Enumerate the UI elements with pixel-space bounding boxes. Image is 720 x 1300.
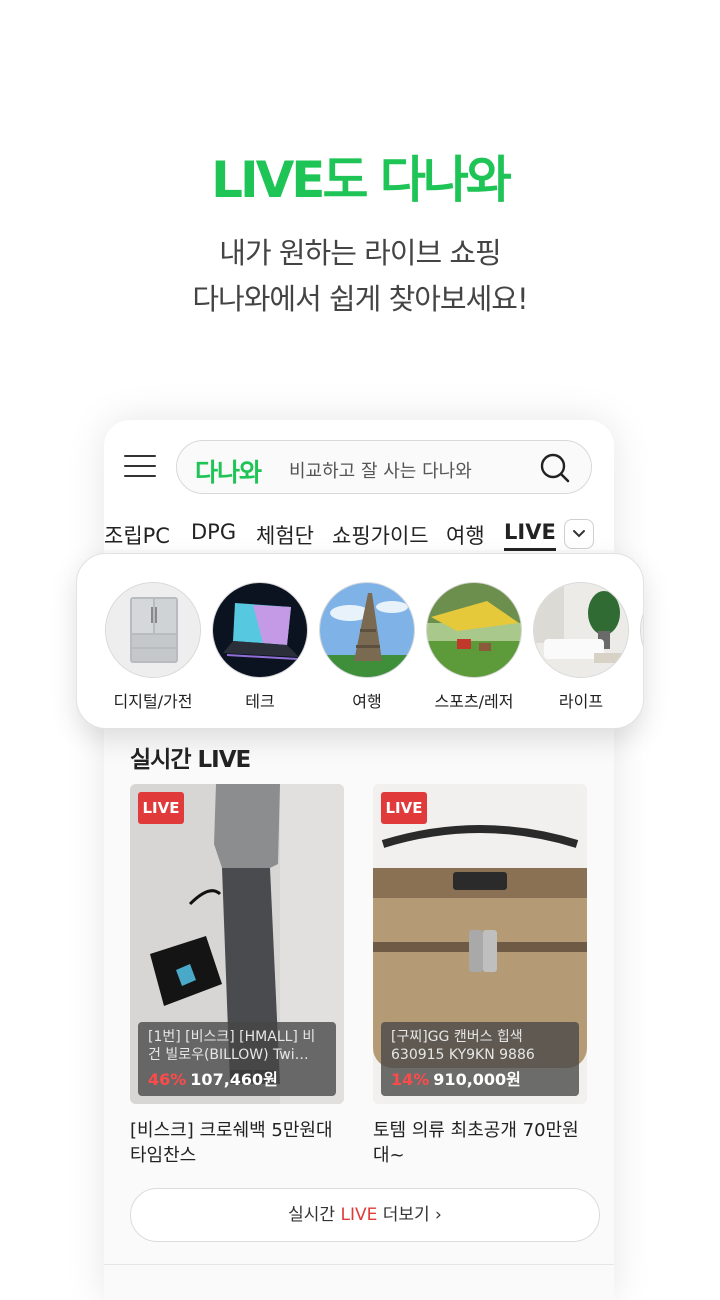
tab-assembly-pc[interactable]: 조립PC	[104, 520, 170, 550]
hamburger-menu-icon[interactable]	[124, 455, 156, 479]
live-badge: LIVE	[138, 792, 184, 824]
live-card[interactable]: LIVE [1번] [비스크] [HMALL] 비건 빌로우(BILLOW) T…	[130, 784, 344, 1104]
price-value: 107,460원	[190, 1070, 278, 1089]
category-travel[interactable]: 여행	[319, 582, 415, 712]
discount-rate: 46%	[148, 1070, 187, 1089]
subtitle-line-1: 내가 원하는 라이브 쇼핑	[219, 236, 501, 270]
chevron-down-icon	[573, 530, 585, 538]
more-label-live: LIVE	[340, 1205, 378, 1225]
tabs-expand-button[interactable]	[564, 519, 594, 549]
brand-logo[interactable]: 다나와	[195, 453, 262, 489]
price-value: 910,000원	[433, 1070, 521, 1089]
subtitle-line-2: 다나와에서 쉽게 찾아보세요!	[192, 282, 528, 316]
live-card-caption[interactable]: [비스크] 크로쉐백 5만원대 타임찬스	[130, 1118, 344, 1168]
section-title: 실시간 LIVE	[130, 747, 251, 773]
live-card-caption[interactable]: 토템 의류 최초공개 70만원대~	[373, 1118, 587, 1168]
product-name: [구찌]GG 캔버스 힙색 630915 KY9KN 9886	[391, 1029, 535, 1063]
category-image	[640, 582, 643, 678]
tab-experience[interactable]: 체험단	[256, 520, 314, 550]
category-label: 여행	[352, 692, 382, 711]
category-image	[105, 582, 201, 678]
more-label-prefix: 실시간	[288, 1205, 341, 1225]
live-badge: LIVE	[381, 792, 427, 824]
live-card[interactable]: LIVE [구찌]GG 캔버스 힙색 630915 KY9KN 9886 14%…	[373, 784, 587, 1104]
search-icon[interactable]	[539, 452, 571, 484]
tab-dpg[interactable]: DPG	[191, 520, 236, 544]
live-more-button[interactable]: 실시간 LIVE 더보기 ›	[130, 1188, 600, 1242]
product-overlay: [구찌]GG 캔버스 힙색 630915 KY9KN 9886 14% 910,0…	[381, 1022, 579, 1096]
category-tech[interactable]: 테크	[212, 582, 308, 712]
search-bar[interactable]: 다나와 비교하고 잘 사는 다나와	[176, 440, 592, 494]
category-label: 디지털/가전	[113, 692, 193, 711]
category-label: 테크	[245, 692, 275, 711]
live-category-carousel: 디지털/가전 테크 여행 스포츠/레저 라이프	[76, 553, 644, 729]
category-image	[212, 582, 308, 678]
discount-rate: 14%	[391, 1070, 430, 1089]
category-sports[interactable]: 스포츠/레저	[426, 582, 522, 712]
search-placeholder: 비교하고 잘 사는 다나와	[289, 461, 472, 482]
category-digital[interactable]: 디지털/가전	[105, 582, 201, 712]
category-image	[426, 582, 522, 678]
tab-shopping-guide[interactable]: 쇼핑가이드	[332, 520, 429, 550]
category-image	[533, 582, 629, 678]
category-image	[319, 582, 415, 678]
category-label: 라이프	[558, 692, 604, 711]
product-price: 14% 910,000원	[391, 1066, 569, 1090]
product-overlay: [1번] [비스크] [HMALL] 비건 빌로우(BILLOW) Twi… 4…	[138, 1022, 336, 1096]
category-partial[interactable]	[640, 582, 643, 678]
tab-live[interactable]: LIVE	[504, 520, 556, 551]
headline: LIVE도 다나와	[211, 151, 512, 209]
tab-travel[interactable]: 여행	[446, 520, 485, 550]
category-life[interactable]: 라이프	[533, 582, 629, 712]
category-label: 스포츠/레저	[434, 692, 514, 711]
more-label-suffix: 더보기 ›	[377, 1205, 442, 1225]
product-name: [1번] [비스크] [HMALL] 비건 빌로우(BILLOW) Twi…	[148, 1029, 316, 1063]
divider	[104, 1264, 614, 1265]
product-price: 46% 107,460원	[148, 1066, 326, 1090]
